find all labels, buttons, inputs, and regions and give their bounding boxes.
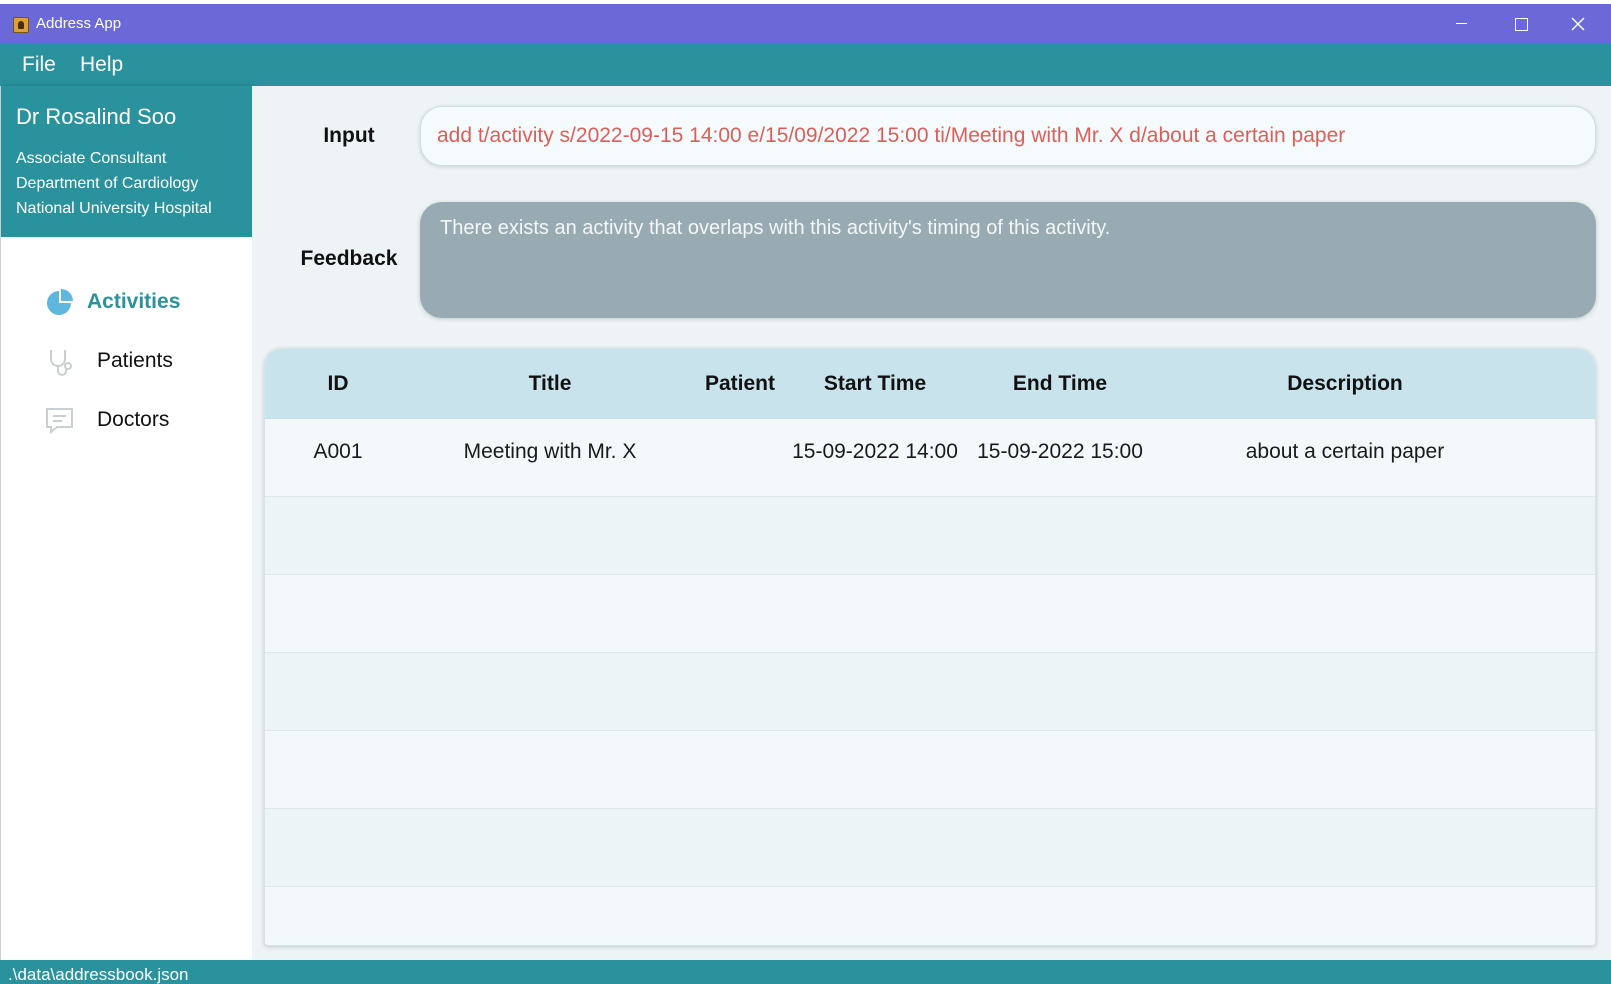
cell-end-time: 15-09-2022 15:00 [977,440,1143,463]
command-input[interactable] [437,121,1577,151]
title-bar: Address App [0,4,1611,44]
column-header-id[interactable]: ID [293,372,383,396]
column-header-description[interactable]: Description [1185,372,1505,396]
pie-chart-icon [47,289,73,315]
minimize-button[interactable] [1433,4,1491,44]
cell-description: about a certain paper [1245,440,1445,463]
column-header-title[interactable]: Title [415,372,685,396]
command-input-box[interactable] [420,106,1596,166]
table-row-empty [265,575,1595,653]
close-icon [1571,17,1585,31]
table-row-empty [265,887,1595,945]
address-app-window: Address App File Help Dr Rosalind Soo As… [0,0,1611,984]
menu-help[interactable]: Help [80,53,123,77]
sidebar-item-patients[interactable]: Patients [45,345,235,379]
doctor-name: Dr Rosalind Soo [16,104,177,129]
window-title: Address App [36,15,122,32]
column-header-start-time[interactable]: Start Time [785,372,965,396]
address-book-icon [13,17,29,33]
status-bar: .\data\addressbook.json [0,960,1611,984]
chat-bubble-icon [46,408,73,435]
doctor-profile-card: Dr Rosalind Soo Associate Consultant Dep… [1,86,252,237]
cell-start-time: 15-09-2022 14:00 [792,440,958,463]
table-header: ID Title Patient Start Time End Time Des… [265,349,1595,419]
doctor-department: Department of Cardiology [16,175,199,192]
column-header-end-time[interactable]: End Time [965,372,1155,396]
feedback-box: There exists an activity that overlaps w… [420,202,1596,318]
sidebar: Dr Rosalind Soo Associate Consultant Dep… [0,86,252,960]
table-row-empty [265,497,1595,575]
sidebar-item-doctors[interactable]: Doctors [45,404,235,438]
input-label: Input [323,124,375,147]
doctor-position: Associate Consultant [16,150,167,167]
doctor-hospital: National University Hospital [16,200,212,217]
feedback-label: Feedback [300,247,398,270]
feedback-text: There exists an activity that overlaps w… [440,217,1111,239]
sidebar-item-label: Patients [97,349,173,372]
sidebar-item-label: Activities [87,290,181,313]
close-button[interactable] [1549,4,1607,44]
table-row-empty [265,809,1595,887]
main-panel: Input Feedback There exists an activity … [252,86,1611,960]
cell-title: Meeting with Mr. X [463,440,637,463]
menu-bar: File Help [0,44,1611,86]
cell-id: A001 [313,440,363,463]
stethoscope-icon [50,350,72,376]
table-row-empty [265,731,1595,809]
activities-table: ID Title Patient Start Time End Time Des… [264,348,1596,946]
sidebar-item-activities[interactable]: Activities [45,286,235,320]
menu-file[interactable]: File [22,53,56,77]
sidebar-item-label: Doctors [97,408,170,431]
table-row-empty [265,653,1595,731]
data-file-path: .\data\addressbook.json [8,965,189,984]
table-row[interactable]: A001 Meeting with Mr. X 15-09-2022 14:00… [265,419,1595,497]
maximize-button[interactable] [1491,4,1549,44]
